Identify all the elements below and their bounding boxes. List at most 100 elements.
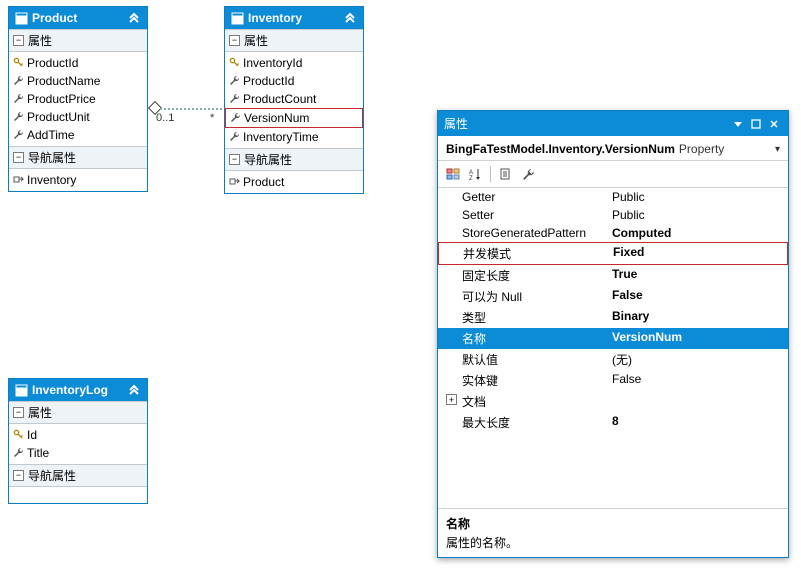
nav-item[interactable]: Inventory bbox=[9, 171, 147, 189]
prop-label: ProductName bbox=[27, 74, 100, 88]
prop-label: VersionNum bbox=[244, 111, 309, 125]
section-label: 属性 bbox=[28, 32, 52, 49]
property-row[interactable]: 类型Binary bbox=[438, 307, 788, 328]
property-key: 文档 bbox=[462, 393, 612, 410]
dropdown-icon[interactable] bbox=[730, 117, 746, 131]
properties-panel: 属性 BingFaTestModel.Inventory.VersionNum … bbox=[437, 110, 789, 558]
property-row[interactable]: + 文档 bbox=[438, 391, 788, 412]
prop-list: ProductId ProductName ProductPrice Produ… bbox=[9, 52, 147, 146]
property-value[interactable]: Fixed bbox=[613, 245, 781, 262]
chevron-down-icon[interactable]: ▾ bbox=[775, 144, 780, 155]
entity-header[interactable]: Inventory bbox=[225, 7, 363, 29]
chevrons-up-icon[interactable] bbox=[343, 11, 357, 25]
property-value[interactable]: False bbox=[612, 372, 782, 389]
property-value[interactable]: True bbox=[612, 267, 782, 284]
section-props[interactable]: − 属性 bbox=[225, 29, 363, 52]
prop-item[interactable]: ProductName bbox=[9, 72, 147, 90]
property-row[interactable]: SetterPublic bbox=[438, 206, 788, 224]
section-nav[interactable]: − 导航属性 bbox=[9, 146, 147, 169]
minus-icon[interactable]: − bbox=[229, 35, 240, 46]
wrench-icon bbox=[230, 112, 241, 123]
property-pages-icon[interactable] bbox=[497, 165, 515, 183]
prop-item[interactable]: InventoryId bbox=[225, 54, 363, 72]
property-row[interactable]: 实体键False bbox=[438, 370, 788, 391]
entity-header[interactable]: InventoryLog bbox=[9, 379, 147, 401]
chevrons-up-icon[interactable] bbox=[127, 11, 141, 25]
nav-item[interactable]: Product bbox=[225, 173, 363, 191]
minus-icon[interactable]: − bbox=[13, 152, 24, 163]
property-row[interactable]: 默认值(无) bbox=[438, 349, 788, 370]
panel-titlebar[interactable]: 属性 bbox=[438, 111, 788, 136]
property-row[interactable]: 固定长度True bbox=[438, 265, 788, 286]
prop-list: Id Title bbox=[9, 424, 147, 464]
property-row[interactable]: 名称VersionNum bbox=[438, 328, 788, 349]
section-props[interactable]: − 属性 bbox=[9, 401, 147, 424]
property-key: 最大长度 bbox=[462, 414, 612, 431]
key-icon bbox=[229, 57, 240, 68]
property-value[interactable]: Computed bbox=[612, 226, 782, 240]
minus-icon[interactable]: − bbox=[229, 154, 240, 165]
entity-title: Product bbox=[32, 11, 77, 25]
property-key: Setter bbox=[462, 208, 612, 222]
panel-subheader[interactable]: BingFaTestModel.Inventory.VersionNum Pro… bbox=[438, 136, 788, 161]
property-value[interactable]: (无) bbox=[612, 351, 782, 368]
property-value[interactable]: Binary bbox=[612, 309, 782, 326]
prop-label: ProductUnit bbox=[27, 110, 90, 124]
prop-item[interactable]: ProductUnit bbox=[9, 108, 147, 126]
property-value[interactable]: False bbox=[612, 288, 782, 305]
key-icon bbox=[13, 429, 24, 440]
property-key: 实体键 bbox=[462, 372, 612, 389]
prop-item[interactable]: VersionNum bbox=[225, 108, 363, 128]
property-row[interactable]: 最大长度8 bbox=[438, 412, 788, 433]
property-value[interactable]: Public bbox=[612, 208, 782, 222]
chevrons-up-icon[interactable] bbox=[127, 383, 141, 397]
section-nav[interactable]: − 导航属性 bbox=[225, 148, 363, 171]
property-value[interactable]: VersionNum bbox=[612, 330, 782, 347]
prop-item[interactable]: ProductPrice bbox=[9, 90, 147, 108]
description-name: 名称 bbox=[446, 515, 780, 532]
property-row[interactable]: StoreGeneratedPatternComputed bbox=[438, 224, 788, 242]
section-nav[interactable]: − 导航属性 bbox=[9, 464, 147, 487]
minus-icon[interactable]: − bbox=[13, 470, 24, 481]
panel-title: 属性 bbox=[444, 115, 468, 132]
property-row[interactable]: 并发模式Fixed bbox=[438, 242, 788, 265]
table-icon bbox=[15, 384, 28, 397]
property-row[interactable]: GetterPublic bbox=[438, 188, 788, 206]
prop-item[interactable]: Title bbox=[9, 444, 147, 462]
entity-inventory[interactable]: Inventory − 属性 InventoryId ProductId Pro… bbox=[224, 6, 364, 194]
close-icon[interactable] bbox=[766, 117, 782, 131]
categorize-icon[interactable] bbox=[444, 165, 462, 183]
entity-header[interactable]: Product bbox=[9, 7, 147, 29]
prop-label: Id bbox=[27, 428, 37, 442]
maximize-icon[interactable] bbox=[748, 117, 764, 131]
sort-az-icon[interactable]: AZ bbox=[466, 165, 484, 183]
description-pane: 名称 属性的名称。 bbox=[438, 508, 788, 557]
entity-inventory-log[interactable]: InventoryLog − 属性 Id Title − 导航属性 bbox=[8, 378, 148, 504]
wrench-icon[interactable] bbox=[519, 165, 537, 183]
minus-icon[interactable]: − bbox=[13, 407, 24, 418]
entity-product[interactable]: Product − 属性 ProductId ProductName Produ… bbox=[8, 6, 148, 192]
property-value[interactable]: 8 bbox=[612, 414, 782, 431]
prop-item[interactable]: ProductId bbox=[225, 72, 363, 90]
prop-item[interactable]: Id bbox=[9, 426, 147, 444]
prop-label: InventoryId bbox=[243, 56, 302, 70]
entity-title: Inventory bbox=[248, 11, 302, 25]
prop-label: ProductPrice bbox=[27, 92, 96, 106]
property-key: Getter bbox=[462, 190, 612, 204]
prop-item[interactable]: InventoryTime bbox=[225, 128, 363, 146]
plus-icon[interactable]: + bbox=[446, 394, 457, 405]
nav-property-icon bbox=[13, 174, 24, 185]
property-row[interactable]: 可以为 NullFalse bbox=[438, 286, 788, 307]
nav-label: Inventory bbox=[27, 173, 76, 187]
wrench-icon bbox=[229, 75, 240, 86]
section-props[interactable]: − 属性 bbox=[9, 29, 147, 52]
property-value[interactable] bbox=[612, 393, 782, 410]
prop-item[interactable]: ProductId bbox=[9, 54, 147, 72]
description-text: 属性的名称。 bbox=[446, 534, 780, 551]
prop-item[interactable]: AddTime bbox=[9, 126, 147, 144]
minus-icon[interactable]: − bbox=[13, 35, 24, 46]
wrench-icon bbox=[229, 131, 240, 142]
relation-connector[interactable] bbox=[160, 108, 222, 110]
prop-item[interactable]: ProductCount bbox=[225, 90, 363, 108]
property-value[interactable]: Public bbox=[612, 190, 782, 204]
